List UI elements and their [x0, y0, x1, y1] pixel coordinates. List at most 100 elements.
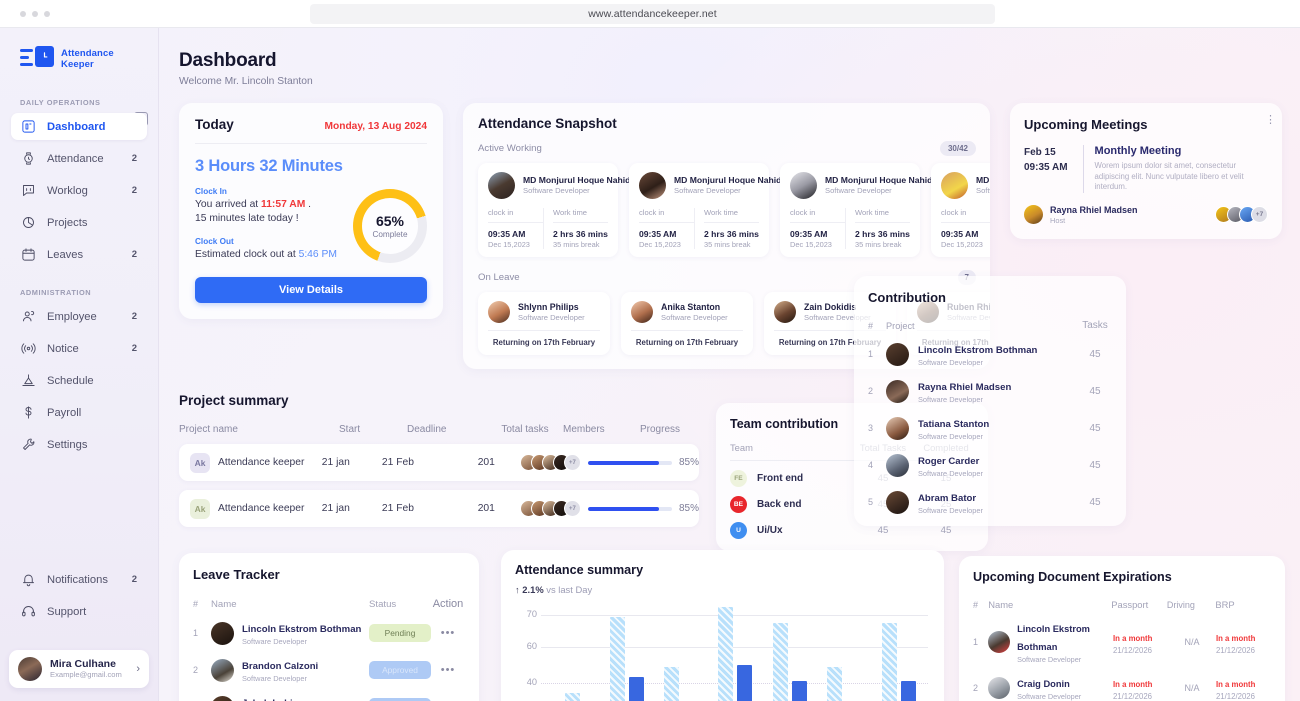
snapshot-title: Attendance Snapshot	[478, 116, 990, 131]
view-details-button[interactable]: View Details	[195, 277, 427, 303]
leave-card[interactable]: Shlynn Philips Software Developer Return…	[478, 292, 610, 355]
col-brp: BRP	[1215, 599, 1271, 610]
sidebar-item-notice[interactable]: Notice 2	[11, 335, 147, 362]
today-hours: 3 Hours 32 Minutes	[195, 157, 427, 176]
attendance-card[interactable]: MD Monjurul Hoque Nahid Software Develop…	[478, 163, 618, 257]
contribution-title: Contribution	[868, 290, 1112, 305]
leave-table-header: # Name Status Action	[193, 598, 465, 610]
y-tick-label: 60	[515, 641, 537, 651]
on-leave-label: On Leave	[478, 272, 520, 283]
sidebar-item-support[interactable]: Support	[11, 598, 147, 625]
table-row[interactable]: Ak Attendance keeper 21 jan 21 Feb 201 +…	[179, 490, 699, 527]
clock-in-date: Dec 15,2023	[941, 240, 990, 249]
bar-group[interactable]	[872, 607, 926, 701]
meeting-item[interactable]: Feb 15 09:35 AM Monthly Meeting Worem ip…	[1024, 145, 1268, 193]
bar-group[interactable]	[817, 607, 871, 701]
menu-lines-icon	[20, 49, 33, 66]
table-row[interactable]: 5 Abram BatorSoftware Developer 45	[868, 488, 1112, 516]
attendance-card[interactable]: MD Monjurul Hoque Nahid Software Develop…	[780, 163, 920, 257]
clock-in-header: clock in	[488, 208, 543, 223]
donut-percent: 65%	[376, 213, 404, 229]
clock-in-date: Dec 15,2023	[790, 240, 845, 249]
bar-group[interactable]	[763, 607, 817, 701]
more-options-icon[interactable]: ⋮	[1265, 117, 1268, 123]
col-name: Name	[211, 599, 237, 610]
window-controls[interactable]	[20, 11, 50, 17]
estimated-time: 5:46 PM	[299, 249, 337, 260]
attendance-stats: clock in 09:35 AM Dec 15,2023 Work time …	[488, 208, 608, 249]
nav-section-administration: ADMINISTRATION	[11, 288, 147, 303]
person-name: Roger Carder	[918, 456, 979, 467]
person-name: Lincoln Ekstrom Bothman	[1017, 624, 1090, 652]
avatar	[774, 301, 796, 323]
address-bar[interactable]: www.attendancekeeper.net	[310, 4, 995, 24]
col-passport: Passport	[1111, 599, 1167, 610]
sidebar-item-worklog[interactable]: Worklog 2	[11, 177, 147, 204]
sidebar-item-dashboard[interactable]: Dashboard	[11, 113, 147, 140]
sidebar-item-leaves[interactable]: Leaves 2	[11, 241, 147, 268]
sidebar-item-employee[interactable]: Employee 2	[11, 303, 147, 330]
estimated-line: Estimated clock out at 5:46 PM	[195, 248, 345, 262]
leave-card[interactable]: Anika Stanton Software Developer Returni…	[621, 292, 753, 355]
trend-up-icon: ↑	[515, 584, 520, 595]
sidebar-item-schedule[interactable]: Schedule	[11, 367, 147, 394]
tasks-count: 45	[1078, 349, 1112, 360]
table-row[interactable]: 2 Rayna Rhiel MadsenSoftware Developer 4…	[868, 377, 1112, 405]
employee-role: Software Developer	[976, 186, 990, 196]
chevron-right-icon[interactable]: ›	[136, 663, 140, 675]
table-row[interactable]: Ak Attendance keeper 21 jan 21 Feb 201 +…	[179, 444, 699, 481]
bar-group[interactable]	[654, 607, 708, 701]
row-index: 2	[868, 386, 886, 396]
row-index: 1	[973, 637, 988, 647]
bar-group[interactable]	[599, 607, 653, 701]
sidebar-item-projects[interactable]: Projects	[11, 209, 147, 236]
table-row[interactable]: 2 Craig DoninSoftware Developer In a mon…	[973, 674, 1271, 701]
sidebar-user-card[interactable]: Mira Culhane Example@gmail.com ›	[9, 650, 149, 688]
sidebar-item-payroll[interactable]: Payroll	[11, 399, 147, 426]
bar-group[interactable]	[708, 607, 762, 701]
attendance-card[interactable]: MD Monjurul Hoque Nahid Software Develop…	[931, 163, 990, 257]
brp-date: 21/12/2026	[1216, 692, 1271, 701]
col-index: #	[193, 599, 211, 609]
sidebar-item-attendance[interactable]: Attendance 2	[11, 145, 147, 172]
employee-name: MD Monjurul Hoque Nahid	[825, 175, 910, 186]
row-index: 3	[868, 423, 886, 433]
table-row[interactable]: 2 Brandon CalzoniSoftware Developer Appr…	[193, 656, 465, 684]
active-working-count: 30/42	[940, 141, 976, 156]
table-row[interactable]: 1 Lincoln Ekstrom BothmanSoftware Develo…	[868, 340, 1112, 368]
col-deadline: Deadline	[407, 424, 487, 435]
sidebar-item-settings[interactable]: Settings	[11, 431, 147, 458]
upcoming-meetings-card: Upcoming Meetings ⋮ Feb 15 09:35 AM Mont…	[1010, 103, 1282, 239]
table-row[interactable]: 4 Roger CarderSoftware Developer 45	[868, 451, 1112, 479]
contribution-card: Contribution # Project Tasks 1 Lincoln E…	[854, 276, 1126, 526]
bar-group[interactable]	[545, 607, 599, 701]
row-actions-icon[interactable]: •••	[431, 664, 465, 676]
row-actions-icon[interactable]: •••	[431, 627, 465, 639]
table-row[interactable]: 3 Tatiana StantonSoftware Developer 45	[868, 414, 1112, 442]
progress-value: 85%	[679, 457, 699, 468]
table-row[interactable]: 1 Lincoln Ekstrom BothmanSoftware Develo…	[193, 619, 465, 647]
app-logo[interactable]: Attendance Keeper	[11, 28, 147, 72]
member-avatars[interactable]: +7	[520, 500, 588, 517]
returning-date: Returning on 17th February	[488, 338, 600, 347]
arrival-time: 11:57 AM	[261, 199, 305, 210]
bar-current	[737, 665, 752, 701]
status-badge: Approved	[369, 661, 431, 679]
table-row[interactable]: 1 Lincoln Ekstrom BothmanSoftware Develo…	[973, 619, 1271, 665]
employee-header: MD Monjurul Hoque Nahid Software Develop…	[488, 172, 608, 199]
documents-table-header: # Name Passport Driving BRP	[973, 599, 1271, 610]
attendee-avatars[interactable]: +7	[1215, 206, 1268, 223]
work-time-value: 2 hrs 36 mins	[704, 229, 759, 239]
today-clock-info: Clock In You arrived at 11:57 AM . 15 mi…	[195, 185, 345, 263]
member-avatars[interactable]: +7	[520, 454, 588, 471]
col-progress: Progress	[640, 424, 699, 435]
table-row[interactable]: 3 Jakob LubinSoftware Developer Approved…	[193, 693, 465, 701]
deadline-date: 21 Feb	[382, 457, 453, 468]
sidebar-item-notifications[interactable]: Notifications 2	[11, 566, 147, 593]
schedule-icon	[20, 373, 36, 389]
clock-in-col: clock in 09:35 AM Dec 15,2023	[941, 208, 990, 249]
attendance-card[interactable]: MD Monjurul Hoque Nahid Software Develop…	[629, 163, 769, 257]
today-header: Today Monday, 13 Aug 2024	[195, 117, 427, 144]
team-badge: BE	[730, 496, 747, 513]
row-index: 2	[973, 683, 988, 693]
